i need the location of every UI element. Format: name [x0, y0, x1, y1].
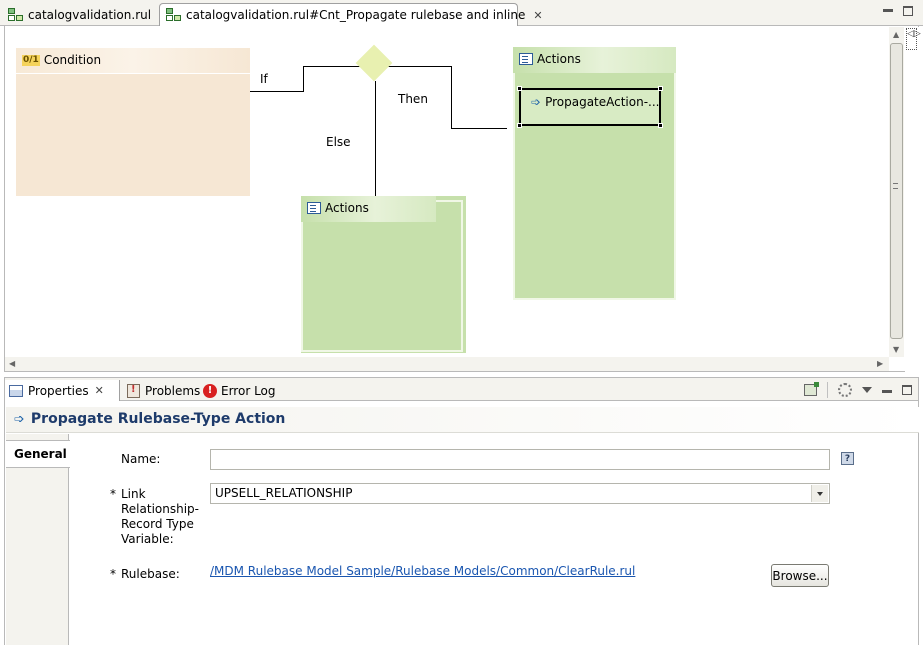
if-line-h2: [303, 66, 361, 67]
decision-diamond[interactable]: [355, 44, 393, 82]
horizontal-scrollbar[interactable]: ◀ ▶: [5, 357, 889, 371]
scroll-down-icon[interactable]: ▼: [893, 345, 899, 354]
close-icon[interactable]: ✕: [95, 384, 104, 397]
tab-catalogvalidation[interactable]: catalogvalidation.rul: [2, 3, 159, 26]
link-variable-label: Link Relationship- Record Type Variable:: [121, 487, 199, 547]
action-arrow-icon: ➩: [14, 411, 25, 427]
problems-icon: [127, 383, 140, 398]
pin-icon[interactable]: [804, 382, 819, 396]
maximize-button[interactable]: [903, 6, 913, 16]
tab-label: catalogvalidation.rul#Cnt_Propagate rule…: [186, 8, 526, 22]
close-icon[interactable]: ✕: [533, 9, 542, 22]
if-label: If: [260, 72, 268, 86]
toolbar-separator: [827, 382, 828, 398]
action-node-label: PropagateAction-...: [545, 95, 660, 109]
name-field[interactable]: [210, 449, 830, 470]
properties-header: ➩ Propagate Rulebase-Type Action: [6, 407, 919, 433]
actions-icon: [307, 202, 321, 214]
link-variable-value: UPSELL_RELATIONSHIP: [215, 486, 353, 500]
tab-label: Properties: [28, 383, 89, 398]
editor-window-controls: [883, 6, 913, 16]
required-marker: *: [110, 567, 116, 581]
else-actions-label: Actions: [325, 201, 369, 215]
label-line: Variable:: [121, 532, 174, 546]
scroll-left-icon[interactable]: ◀: [9, 359, 15, 368]
maximize-button[interactable]: [902, 385, 912, 395]
link-variable-select[interactable]: UPSELL_RELATIONSHIP: [210, 483, 830, 504]
then-line-h1: [388, 66, 452, 67]
condition-label: Condition: [43, 53, 102, 67]
properties-title: Propagate Rulebase-Type Action: [30, 411, 286, 427]
name-label: Name:: [121, 452, 161, 466]
label-line: Link: [121, 487, 146, 501]
label-line: Record Type: [121, 517, 194, 531]
scroll-up-icon[interactable]: ▲: [893, 30, 899, 39]
selection-handle[interactable]: [658, 86, 663, 91]
then-actions-box[interactable]: Actions: [513, 47, 676, 300]
scroll-right-icon[interactable]: ▶: [877, 359, 883, 368]
vertical-scrollbar[interactable]: ▲ ▼: [889, 27, 904, 357]
tab-label: Error Log: [221, 383, 276, 398]
rule-diagram-canvas[interactable]: 0/1 Condition If Then Else Actions ➩ Pro…: [5, 27, 888, 357]
then-label: Then: [398, 92, 428, 106]
editor-tab-bar: catalogvalidation.rul catalogvalidation.…: [0, 0, 923, 26]
else-line-v: [375, 81, 376, 196]
scroll-grip-icon: [893, 183, 898, 189]
palette-toggle-icon[interactable]: ◁▷: [906, 28, 921, 50]
tab-error-log[interactable]: ! Error Log: [201, 380, 276, 401]
selection-handle[interactable]: [658, 123, 663, 128]
then-actions-header: Actions: [513, 47, 676, 73]
selection-handle[interactable]: [517, 86, 522, 91]
scroll-thumb[interactable]: [890, 43, 903, 339]
then-line-h2: [451, 128, 507, 129]
condition-icon: 0/1: [22, 54, 40, 66]
properties-icon: [9, 384, 23, 397]
else-actions-box[interactable]: Actions: [301, 196, 466, 353]
then-line-v: [451, 66, 452, 129]
section-list: General: [6, 434, 70, 645]
action-arrow-icon: ➩: [531, 95, 542, 109]
else-actions-header: Actions: [301, 196, 436, 222]
gear-icon[interactable]: [838, 383, 852, 397]
view-toolbar: [804, 382, 912, 398]
rulebase-link[interactable]: /MDM Rulebase Model Sample/Rulebase Mode…: [210, 564, 635, 578]
minimize-button[interactable]: [882, 390, 892, 393]
rule-file-icon: [8, 7, 24, 22]
then-actions-label: Actions: [537, 52, 581, 66]
browse-button[interactable]: Browse...: [771, 564, 829, 587]
else-label: Else: [326, 135, 351, 149]
required-marker: *: [110, 487, 116, 501]
view-menu-icon[interactable]: [862, 387, 872, 393]
error-icon: !: [203, 383, 217, 398]
rule-file-icon: [166, 8, 182, 22]
condition-header: 0/1 Condition: [16, 48, 250, 74]
view-tab-bar: Properties ✕ Problems ! Error Log: [4, 377, 919, 401]
chevron-down-icon[interactable]: [811, 485, 828, 502]
minimize-button[interactable]: [883, 9, 893, 12]
tab-label: Problems: [145, 383, 201, 398]
section-general-tab[interactable]: General: [6, 440, 70, 468]
if-line-h1: [250, 91, 304, 92]
selection-handle[interactable]: [517, 123, 522, 128]
label-line: Relationship-: [121, 502, 199, 516]
tab-properties[interactable]: Properties ✕: [5, 380, 120, 401]
tab-propagate-rulebase[interactable]: catalogvalidation.rul#Cnt_Propagate rule…: [159, 3, 543, 26]
actions-icon: [519, 53, 533, 65]
tab-label: catalogvalidation.rul: [28, 7, 152, 22]
help-icon[interactable]: ?: [841, 452, 854, 465]
properties-panel: ➩ Propagate Rulebase-Type Action General…: [4, 401, 919, 645]
propagate-action-node[interactable]: ➩ PropagateAction-...: [517, 86, 663, 128]
rulebase-label: Rulebase:: [121, 567, 180, 581]
if-line-v: [303, 66, 304, 92]
condition-box[interactable]: 0/1 Condition: [16, 48, 250, 196]
palette-strip: [905, 27, 919, 372]
tab-problems[interactable]: Problems: [123, 380, 200, 401]
